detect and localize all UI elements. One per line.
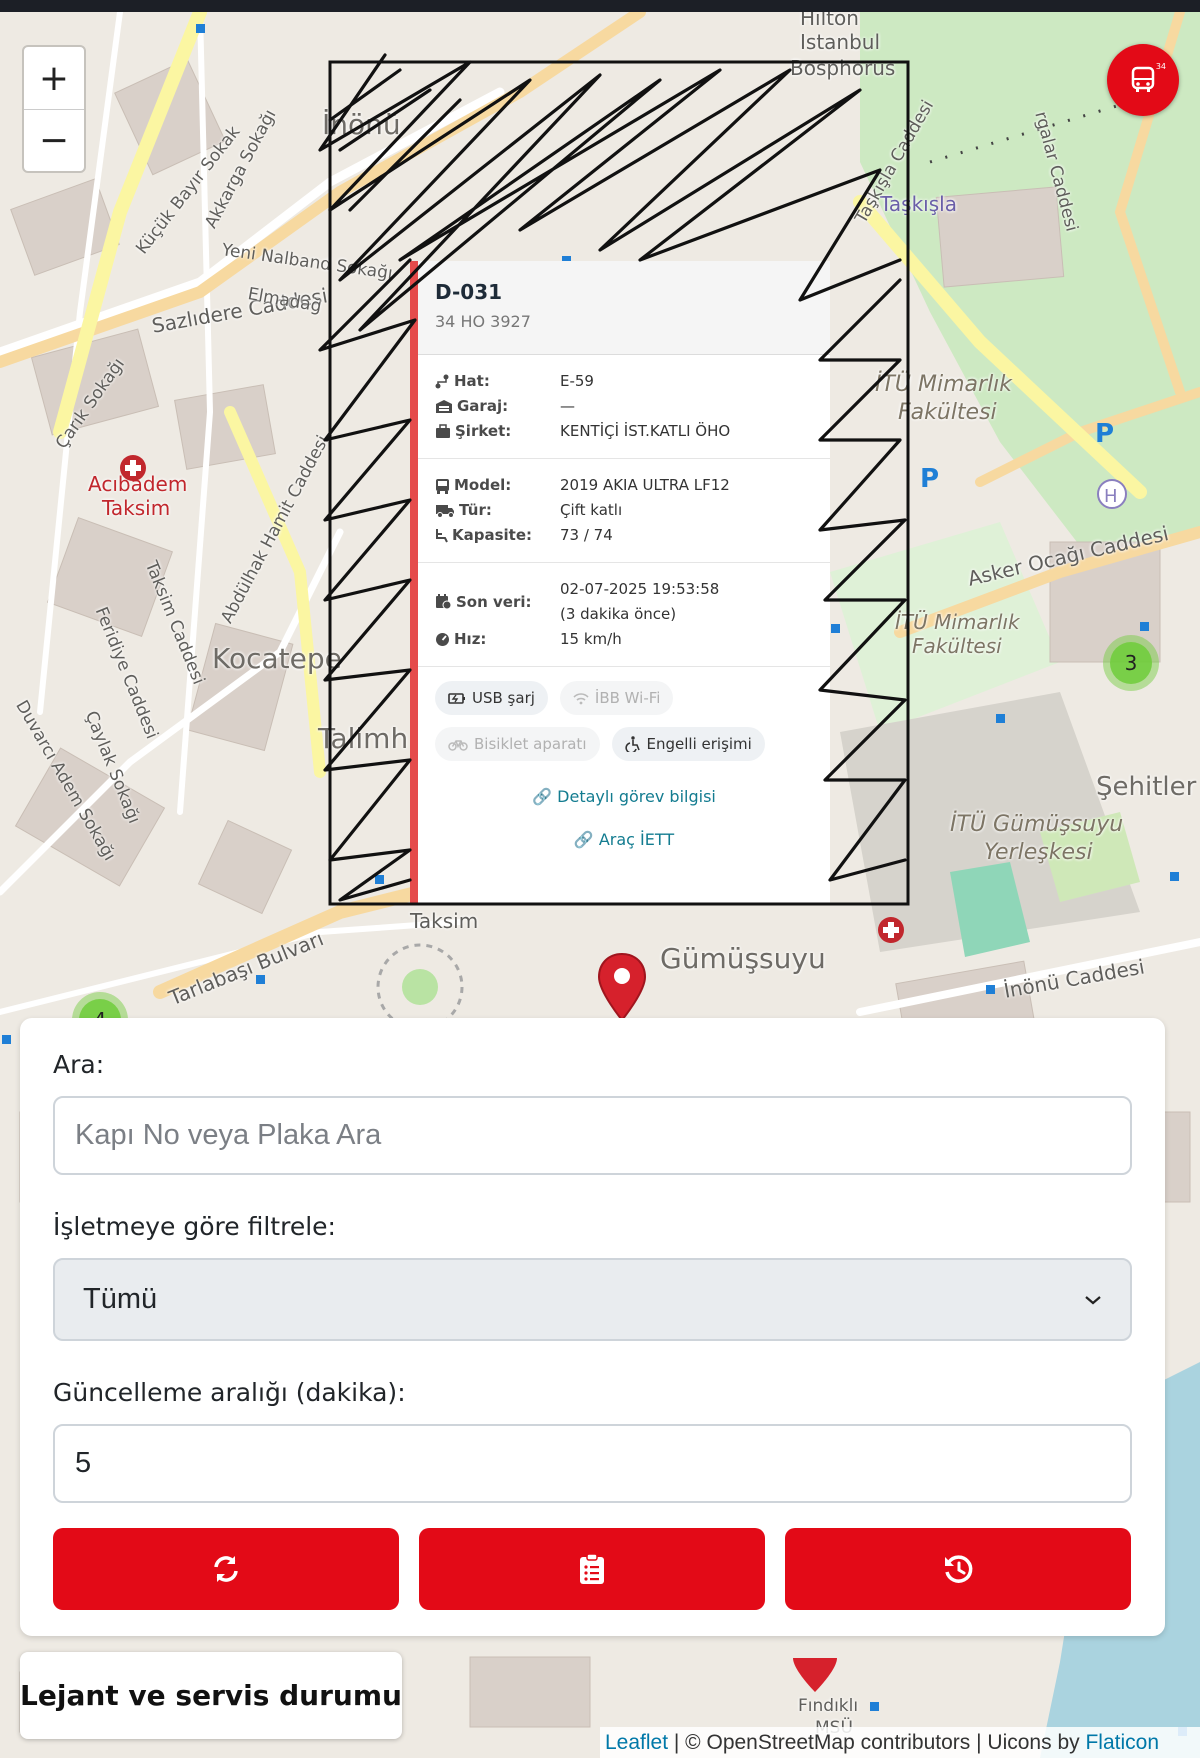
bus-list-button[interactable]: 34 (1107, 44, 1179, 116)
flaticon-link[interactable]: Flaticon (1085, 1731, 1159, 1754)
link-icon: 🔗 (573, 830, 594, 849)
speed-value: 15 km/h (560, 630, 622, 648)
search-input[interactable] (53, 1096, 1132, 1175)
map-label: İTÜ Mimarlık (895, 610, 1020, 634)
bus-count-badge: 34 (1155, 62, 1166, 71)
map-attribution: Leaflet | © OpenStreetMap contributors |… (600, 1727, 1200, 1758)
hospital-icon (878, 917, 904, 943)
model-value: 2019 AKIA ULTRA LF12 (560, 476, 730, 494)
vehicle-cluster[interactable]: 3 (1103, 635, 1159, 691)
map-label: Talimh (318, 722, 409, 755)
iett-vehicle-link[interactable]: 🔗 Araç İETT (418, 806, 830, 849)
last-data-label: Son veri: (456, 592, 532, 611)
action-buttons (53, 1528, 1132, 1610)
type-label: Tür: (459, 501, 492, 519)
company-label: Şirket: (455, 422, 512, 440)
map-label: Fındıklı (798, 1696, 859, 1716)
model-label: Model: (454, 476, 512, 494)
last-data-value: 02-07-2025 19:53:58 (560, 580, 720, 598)
interval-input[interactable]: 5 (53, 1424, 1132, 1503)
vehicle-popup: D-031 34 HO 3927 Hat: E-59 Garaj: — Şirk… (410, 261, 830, 904)
chevron-down-icon (1085, 1295, 1101, 1304)
company-value: KENTİÇİ İST.KATLI ÖHO (560, 422, 731, 440)
route-icon (435, 374, 449, 389)
garage-label: Garaj: (457, 397, 509, 415)
battery-charging-icon (448, 692, 465, 704)
feature-tags: USB şarj İBB Wi-Fi Bisiklet aparatı Enge… (418, 667, 830, 771)
history-button[interactable] (785, 1528, 1131, 1610)
garage-icon (436, 400, 452, 413)
hospital-icon (120, 455, 146, 481)
map-label: Kocatepe (212, 642, 342, 675)
map-label: Fakültesi (912, 634, 1002, 658)
popup-header: D-031 34 HO 3927 (418, 261, 830, 355)
wifi-icon (573, 692, 589, 704)
seat-icon (436, 529, 448, 543)
osm-attribution-text: | © OpenStreetMap contributors | Uicons … (668, 1731, 1086, 1754)
task-list-button[interactable] (419, 1528, 765, 1610)
map-label: Taksim (102, 496, 171, 520)
truck-icon (436, 505, 454, 518)
svg-text:P: P (920, 464, 939, 494)
map-label: Hilton (800, 12, 859, 30)
vehicle-location-pin-icon[interactable] (790, 1642, 840, 1694)
map-label: Taksim (410, 909, 479, 933)
zoom-out-button[interactable]: − (24, 109, 84, 171)
map-label: Taşkışla (880, 192, 957, 216)
zoom-in-button[interactable]: + (24, 47, 84, 109)
map-label: Bosphorus (790, 56, 896, 80)
status-section: Son veri: 02-07-2025 19:53:58 (3 dakika … (418, 563, 830, 667)
route-section: Hat: E-59 Garaj: — Şirket: KENTİÇİ İST.K… (418, 355, 830, 459)
refresh-icon (214, 1556, 238, 1582)
svg-text:P: P (1095, 419, 1114, 449)
speedometer-icon (436, 633, 449, 646)
garage-value: — (560, 397, 575, 415)
type-value: Çift katlı (560, 501, 623, 519)
bus-icon (1131, 66, 1155, 92)
map-label: Fakültesi (898, 400, 997, 425)
bike-rack-tag: Bisiklet aparatı (435, 727, 600, 761)
filter-label: İşletmeye göre filtrele: (53, 1212, 336, 1241)
capacity-label: Kapasite: (452, 526, 533, 544)
accessible-tag: Engelli erişimi (611, 727, 765, 761)
map-label: Istanbul (800, 30, 881, 54)
capacity-value: 73 / 74 (560, 526, 613, 544)
speed-label: Hız: (454, 630, 487, 648)
refresh-button[interactable] (53, 1528, 399, 1610)
plate-number: 34 HO 3927 (435, 312, 531, 331)
calendar-clock-icon (436, 594, 452, 610)
door-number: D-031 (435, 280, 503, 304)
control-panel: Ara: İşletmeye göre filtrele: Tümü Günce… (20, 1018, 1165, 1636)
operator-filter-value: Tümü (83, 1283, 158, 1315)
vehicle-section: Model: 2019 AKIA ULTRA LF12 Tür: Çift ka… (418, 459, 830, 563)
svg-text:H: H (1104, 486, 1118, 507)
map-label: İTÜ Mimarlık (875, 372, 1013, 397)
map-label: İnönü (322, 108, 401, 141)
usb-charge-tag: USB şarj (435, 681, 548, 715)
line-value: E-59 (560, 372, 594, 390)
task-details-link[interactable]: 🔗 Detaylı görev bilgisi (418, 771, 830, 806)
top-status-bar (0, 0, 1200, 12)
zoom-control: + − (22, 45, 86, 173)
search-label: Ara: (53, 1050, 105, 1079)
vehicle-location-pin-icon[interactable] (596, 952, 648, 1022)
leaflet-link[interactable]: Leaflet (605, 1731, 668, 1754)
legend-button[interactable]: Lejant ve servis durumu (20, 1652, 402, 1739)
clipboard-list-icon (580, 1553, 604, 1584)
history-icon (945, 1555, 973, 1583)
wifi-tag: İBB Wi-Fi (559, 681, 674, 715)
interval-label: Güncelleme aralığı (dakika): (53, 1378, 406, 1407)
line-label: Hat: (454, 372, 490, 390)
map-label: İTÜ Gümüşsuyu (950, 812, 1124, 837)
wheelchair-icon (624, 736, 640, 752)
link-icon: 🔗 (532, 787, 553, 806)
bus-icon (436, 478, 449, 494)
bicycle-icon (448, 739, 468, 751)
map-label: Şehitler (1096, 772, 1197, 802)
briefcase-icon (436, 424, 450, 438)
last-data-ago: (3 dakika önce) (560, 605, 677, 623)
operator-filter-select[interactable]: Tümü (53, 1258, 1132, 1341)
map-label: Yerleşkesi (984, 840, 1093, 865)
map-label: Gümüşsuyu (660, 942, 826, 975)
